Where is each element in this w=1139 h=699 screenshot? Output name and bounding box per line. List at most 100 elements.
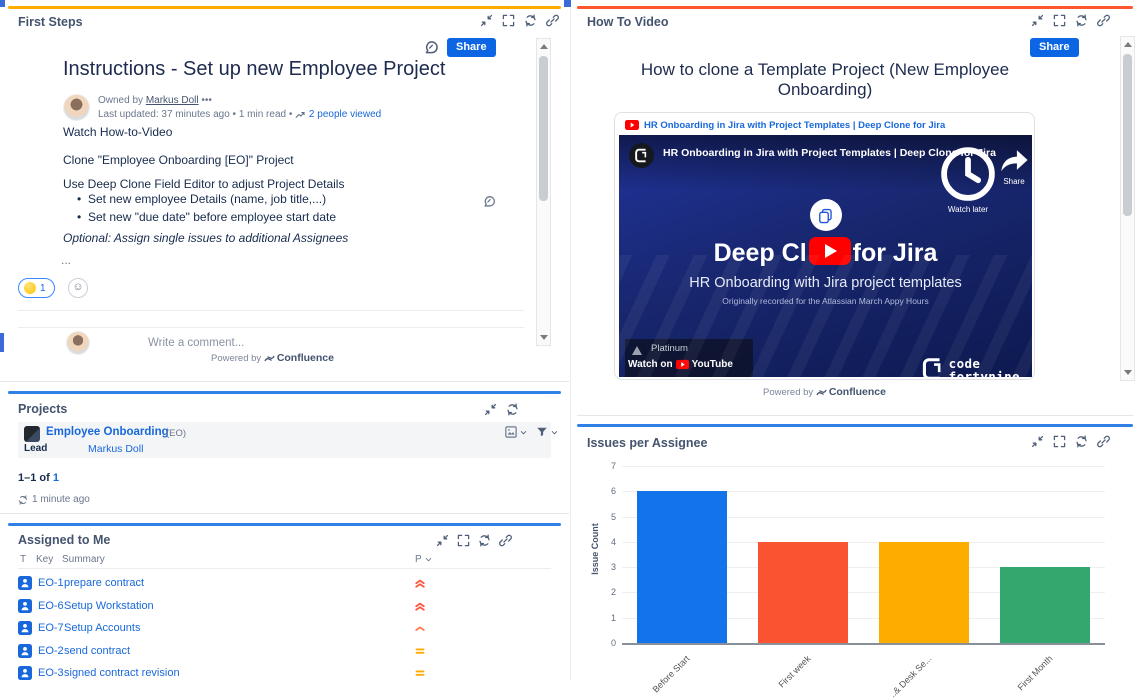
- issue-summary-link[interactable]: send contract: [64, 645, 130, 657]
- project-name-link[interactable]: Employee Onboarding: [46, 426, 169, 438]
- x-tick-label: Before Start: [651, 653, 692, 694]
- minimize-icon[interactable]: [436, 534, 449, 547]
- refresh-icon[interactable]: [1075, 14, 1088, 27]
- scroll-down-icon[interactable]: [540, 335, 548, 340]
- watch-later-button[interactable]: Watch later: [937, 143, 999, 214]
- col-header-type[interactable]: T: [20, 554, 26, 565]
- expand-icon[interactable]: [502, 14, 515, 27]
- y-tick-label: 0: [598, 638, 616, 648]
- y-tick-label: 1: [598, 613, 616, 623]
- video-player[interactable]: HR Onboarding in Jira with Project Templ…: [619, 135, 1032, 377]
- col-header-summary[interactable]: Summary: [62, 554, 105, 565]
- channel-avatar[interactable]: [629, 143, 654, 168]
- add-reaction-button[interactable]: ☺: [68, 278, 88, 298]
- y-tick-label: 2: [598, 587, 616, 597]
- issue-summary-link[interactable]: Setup Workstation: [64, 600, 154, 612]
- feedback-comment-icon[interactable]: [424, 40, 439, 55]
- more-menu-icon[interactable]: •••: [201, 95, 212, 106]
- scroll-up-icon[interactable]: [1124, 42, 1132, 47]
- link-icon[interactable]: [1097, 435, 1110, 448]
- col-header-priority[interactable]: P: [415, 554, 433, 565]
- comment-input[interactable]: Write a comment...: [148, 337, 244, 349]
- issue-key-link[interactable]: EO-7: [38, 622, 64, 634]
- scroll-down-icon[interactable]: [1124, 370, 1132, 375]
- minimize-icon[interactable]: [484, 403, 497, 416]
- link-icon[interactable]: [546, 14, 559, 27]
- project-row[interactable]: Employee Onboarding (EO) Lead Markus Dol…: [18, 422, 551, 458]
- last-updated-label: Last updated: 37 minutes ago • 1 min rea…: [98, 109, 292, 120]
- chart-bar[interactable]: [637, 491, 727, 643]
- reaction-pill[interactable]: 1: [18, 278, 55, 298]
- video-title-link[interactable]: HR Onboarding in Jira with Project Templ…: [644, 120, 945, 131]
- refresh-icon[interactable]: [478, 534, 491, 547]
- share-button[interactable]: Share: [1030, 38, 1079, 57]
- issue-key-link[interactable]: EO-2: [38, 645, 64, 657]
- expand-icon[interactable]: [1053, 435, 1066, 448]
- gadget-color-bar: [577, 424, 1133, 427]
- watch-on-youtube[interactable]: Platinum Watch on YouTube: [625, 339, 753, 377]
- lead-link[interactable]: Markus Doll: [88, 443, 143, 455]
- minimize-icon[interactable]: [1031, 14, 1044, 27]
- video-card: HR Onboarding in Jira with Project Templ…: [614, 112, 1035, 380]
- scrollbar[interactable]: [1120, 36, 1135, 381]
- chart-bar[interactable]: [758, 542, 848, 643]
- scroll-up-icon[interactable]: [540, 44, 548, 49]
- platinum-label: Platinum: [651, 343, 688, 354]
- inline-comment-icon[interactable]: [483, 195, 496, 208]
- share-button[interactable]: Share: [447, 38, 496, 57]
- reports-dropdown[interactable]: [505, 426, 528, 438]
- player-share-button[interactable]: Share: [997, 143, 1031, 186]
- reaction-count: 1: [40, 283, 46, 294]
- expand-icon[interactable]: [457, 534, 470, 547]
- scrollbar-thumb[interactable]: [1123, 54, 1132, 216]
- issue-summary-link[interactable]: Setup Accounts: [64, 622, 140, 634]
- issue-table: EO-1 prepare contract EO-6 Setup Worksta…: [18, 574, 551, 680]
- caret-down-icon: [519, 428, 528, 437]
- link-icon[interactable]: [1097, 14, 1110, 27]
- issue-summary-link[interactable]: prepare contract: [64, 577, 144, 589]
- owner-avatar[interactable]: [63, 94, 90, 121]
- table-row[interactable]: EO-7 Setup Accounts: [18, 619, 551, 641]
- minimize-icon[interactable]: [1031, 435, 1044, 448]
- issue-key-link[interactable]: EO-3: [38, 667, 64, 679]
- refresh-icon[interactable]: [506, 403, 519, 416]
- refresh-icon[interactable]: [524, 14, 537, 27]
- refresh-icon[interactable]: [18, 495, 28, 505]
- viewers-link[interactable]: 2 people viewed: [309, 109, 381, 120]
- play-button[interactable]: [809, 237, 851, 265]
- gadget-color-bar: [8, 523, 561, 526]
- table-row[interactable]: EO-2 send contract: [18, 642, 551, 664]
- codefortynine-logo-icon: [921, 357, 945, 377]
- gridline: [622, 466, 1105, 467]
- table-row[interactable]: EO-3 signed contract revision: [18, 664, 551, 686]
- refresh-icon[interactable]: [1075, 435, 1088, 448]
- owner-link[interactable]: Markus Doll: [146, 95, 199, 106]
- table-row[interactable]: EO-6 Setup Workstation: [18, 597, 551, 619]
- codefortynine-logo: codefortynine: [921, 357, 1020, 377]
- col-header-key[interactable]: Key: [36, 554, 53, 565]
- powered-by-confluence: Powered by Confluence: [614, 386, 1035, 398]
- filter-dropdown[interactable]: [536, 426, 559, 438]
- divider: [18, 568, 551, 569]
- chart-image-icon: [505, 426, 517, 438]
- doc-bullet-item: Set new employee Details (name, job titl…: [88, 192, 326, 206]
- gadget-title-chart: Issues per Assignee: [587, 436, 707, 450]
- table-row[interactable]: EO-1 prepare contract: [18, 574, 551, 596]
- confluence-icon: [816, 387, 827, 398]
- issue-key-link[interactable]: EO-1: [38, 577, 64, 589]
- chart-bar[interactable]: [1000, 567, 1090, 643]
- clone-icon: [817, 207, 834, 224]
- chart-bar[interactable]: [879, 542, 969, 643]
- codefortynine-logo-icon: [634, 148, 649, 163]
- scrollbar-thumb[interactable]: [539, 56, 548, 201]
- issue-summary-link[interactable]: signed contract revision: [64, 667, 180, 679]
- scrollbar[interactable]: [536, 38, 551, 346]
- owned-by-label: Owned by: [98, 95, 143, 106]
- link-icon[interactable]: [499, 534, 512, 547]
- y-tick-label: 4: [598, 537, 616, 547]
- expand-icon[interactable]: [1053, 14, 1066, 27]
- page-link[interactable]: 1: [53, 472, 59, 484]
- minimize-icon[interactable]: [480, 14, 493, 27]
- issue-key-link[interactable]: EO-6: [38, 600, 64, 612]
- doc-byline: Owned by Markus Doll •••: [98, 95, 212, 106]
